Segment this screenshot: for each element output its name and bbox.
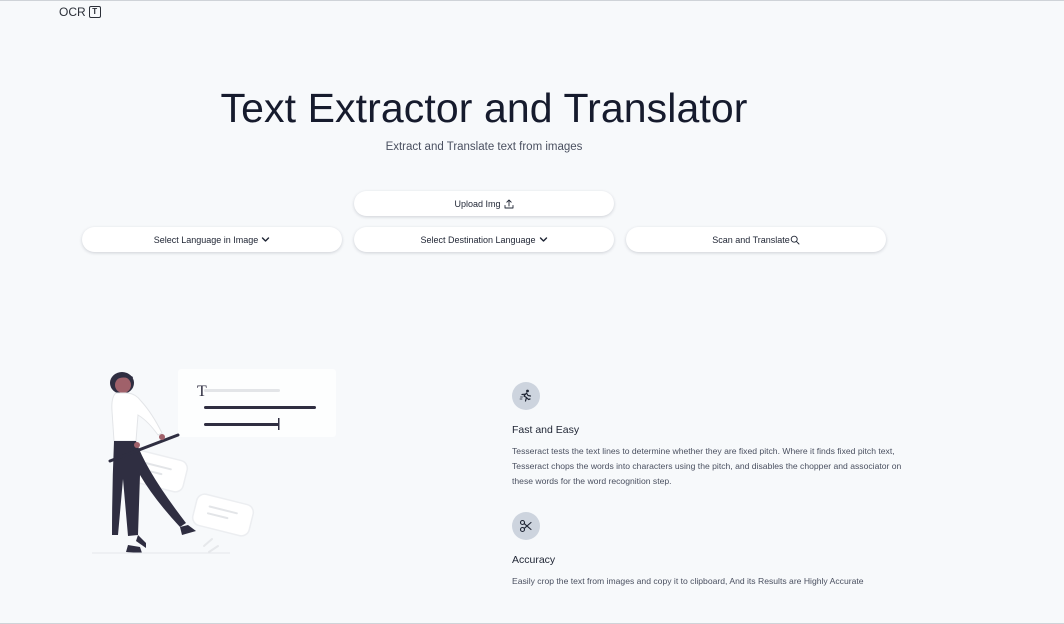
upload-image-button[interactable]: Upload Img [354,191,614,216]
upload-image-label: Upload Img [454,198,501,209]
text-line-light [204,389,280,392]
chevron-down-icon [261,235,270,244]
feature-title-accuracy: Accuracy [512,554,556,566]
text-caret [278,418,280,430]
feature-title-fast-and-easy: Fast and Easy [512,424,580,436]
logo[interactable]: OCR T [59,5,101,19]
destination-language-label: Select Destination Language [420,234,536,245]
logo-text: OCR [59,5,86,19]
search-icon [790,235,800,245]
feature-description-fast-and-easy: Tesseract tests the text lines to determ… [512,446,902,486]
page-title: Text Extractor and Translator [220,85,748,131]
upload-icon [504,199,514,209]
page: OCR T Text Extractor and Translator Extr… [0,0,1064,624]
chevron-down-icon [539,235,548,244]
text-line-short [204,423,279,426]
scan-and-translate-button[interactable]: Scan and Translate [626,227,886,252]
source-language-label: Select Language in Image [153,234,259,245]
scissors-icon [512,512,540,540]
illustration-woman-with-text-lines: T [92,369,336,554]
running-person-icon [512,382,540,410]
destination-language-dropdown[interactable]: Select Destination Language [354,227,614,252]
page-subtitle: Extract and Translate text from images [385,141,583,153]
text-icon: T [88,6,101,18]
source-language-dropdown[interactable]: Select Language in Image [82,227,342,252]
scan-and-translate-label: Scan and Translate [712,234,790,245]
text-line-long [204,406,316,409]
speech-bubble-bottom [191,493,255,537]
feature-description-accuracy: Easily crop the text from images and cop… [512,576,864,586]
illustration-panel [178,369,336,437]
decorative-marks [203,538,219,553]
